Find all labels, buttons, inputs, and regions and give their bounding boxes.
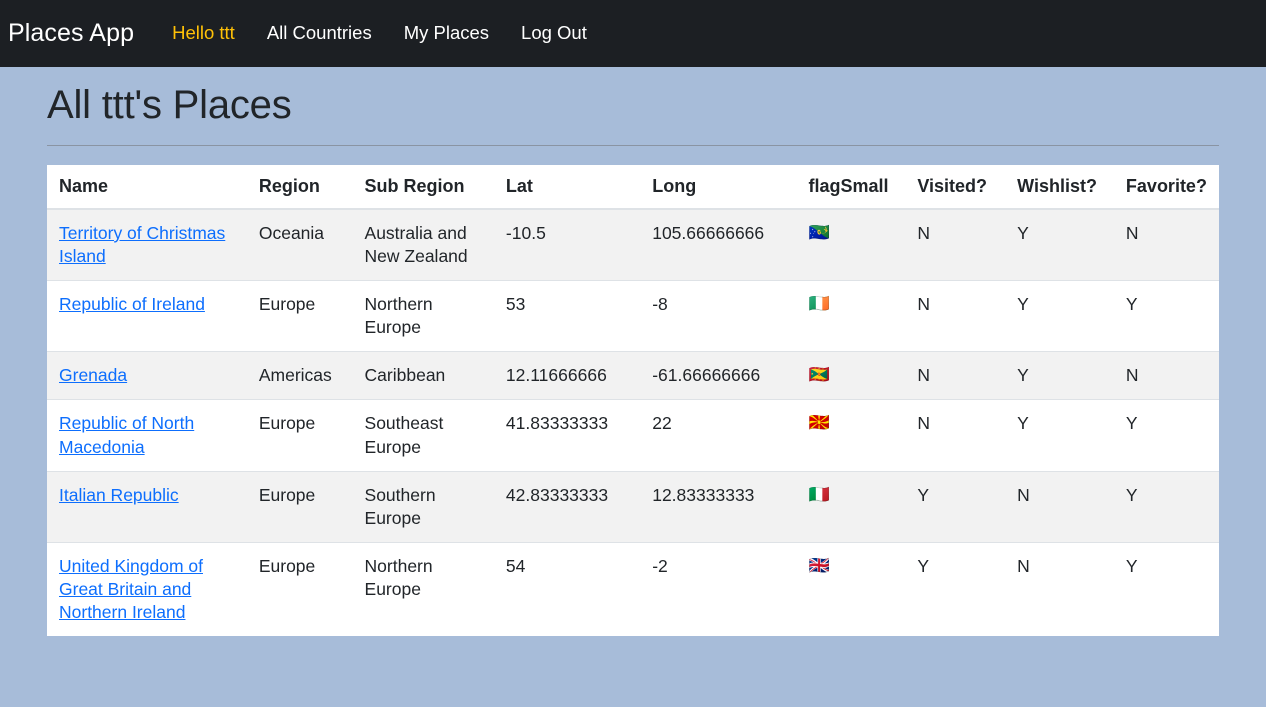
cell-region: Europe [246,541,353,637]
cell-region: Europe [246,470,353,543]
cell-sub-region: Northern Europe [352,541,494,637]
flag-icon: 🇬🇧 [796,541,906,637]
cell-sub-region: Caribbean [352,351,494,400]
cell-lat: 41.83333333 [493,399,641,472]
places-table: Name Region Sub Region Lat Long flagSmal… [47,165,1219,637]
cell-long: 12.83333333 [640,470,797,543]
place-link[interactable]: Territory of Christmas Island [59,223,225,266]
cell-visited: N [905,208,1006,281]
cell-name: United Kingdom of Great Britain and Nort… [47,541,247,637]
cell-region: Oceania [246,208,353,281]
nav-link-all-countries[interactable]: All Countries [251,24,388,43]
cell-sub-region: Southern Europe [352,470,494,543]
cell-wishlist: Y [1005,351,1114,400]
column-header-name: Name [47,165,247,210]
cell-favorite: Y [1113,470,1219,543]
cell-sub-region: Australia and New Zealand [352,208,494,281]
cell-lat: -10.5 [493,208,641,281]
cell-visited: N [905,351,1006,400]
cell-long: -61.66666666 [640,351,797,400]
cell-name: Republic of Ireland [47,280,247,352]
cell-lat: 42.83333333 [493,470,641,543]
cell-sub-region: Northern Europe [352,280,494,352]
cell-favorite: Y [1113,541,1219,637]
table-row: Grenada Americas Caribbean 12.11666666 -… [47,351,1219,400]
cell-long: 22 [640,399,797,472]
cell-name: Grenada [47,351,247,400]
cell-region: Europe [246,399,353,472]
cell-visited: Y [905,541,1006,637]
cell-wishlist: Y [1005,399,1114,472]
table-row: Italian Republic Europe Southern Europe … [47,470,1219,543]
table-row: Republic of Ireland Europe Northern Euro… [47,280,1219,352]
places-table-wrapper: Name Region Sub Region Lat Long flagSmal… [47,165,1219,637]
navbar-brand[interactable]: Places App [8,21,134,46]
place-link[interactable]: Grenada [59,365,127,385]
navbar-links: Hello ttt All Countries My Places Log Ou… [156,24,603,43]
cell-favorite: N [1113,351,1219,400]
cell-wishlist: N [1005,541,1114,637]
flag-icon: 🇮🇪 [796,280,906,352]
table-row: Territory of Christmas Island Oceania Au… [47,208,1219,281]
cell-name: Territory of Christmas Island [47,208,247,281]
nav-link-log-out[interactable]: Log Out [505,24,603,43]
cell-region: Europe [246,280,353,352]
column-header-visited: Visited? [905,165,1006,210]
cell-long: -8 [640,280,797,352]
cell-visited: Y [905,470,1006,543]
flag-icon: 🇲🇰 [796,399,906,472]
places-table-body: Territory of Christmas Island Oceania Au… [47,208,1219,637]
cell-region: Americas [246,351,353,400]
cell-wishlist: N [1005,470,1114,543]
cell-lat: 54 [493,541,641,637]
place-link[interactable]: Italian Republic [59,485,179,505]
cell-long: -2 [640,541,797,637]
cell-favorite: N [1113,208,1219,281]
cell-name: Republic of North Macedonia [47,399,247,472]
column-header-favorite: Favorite? [1113,165,1219,210]
flag-icon: 🇬🇩 [796,351,906,400]
places-table-head: Name Region Sub Region Lat Long flagSmal… [47,165,1219,210]
cell-favorite: Y [1113,399,1219,472]
cell-wishlist: Y [1005,208,1114,281]
column-header-lat: Lat [493,165,641,210]
top-navbar: Places App Hello ttt All Countries My Pl… [0,0,1266,67]
nav-link-hello-user[interactable]: Hello ttt [156,24,251,43]
cell-lat: 12.11666666 [493,351,641,400]
cell-visited: N [905,399,1006,472]
page-container: All ttt's Places Name Region Sub Region … [47,67,1219,637]
cell-name: Italian Republic [47,470,247,543]
table-row: United Kingdom of Great Britain and Nort… [47,541,1219,637]
cell-lat: 53 [493,280,641,352]
place-link[interactable]: Republic of Ireland [59,294,205,314]
title-divider [47,145,1219,146]
cell-long: 105.66666666 [640,208,797,281]
table-row: Republic of North Macedonia Europe South… [47,399,1219,472]
nav-link-my-places[interactable]: My Places [388,24,505,43]
page-title: All ttt's Places [47,83,292,127]
place-link[interactable]: Republic of North Macedonia [59,413,194,456]
cell-favorite: Y [1113,280,1219,352]
column-header-long: Long [640,165,797,210]
column-header-wishlist: Wishlist? [1005,165,1114,210]
flag-icon: 🇨🇽 [796,208,906,281]
column-header-flag-small: flagSmall [796,165,906,210]
flag-icon: 🇮🇹 [796,470,906,543]
cell-visited: N [905,280,1006,352]
place-link[interactable]: United Kingdom of Great Britain and Nort… [59,556,203,622]
cell-wishlist: Y [1005,280,1114,352]
table-header-row: Name Region Sub Region Lat Long flagSmal… [47,165,1219,210]
column-header-sub-region: Sub Region [352,165,494,210]
cell-sub-region: Southeast Europe [352,399,494,472]
column-header-region: Region [246,165,353,210]
